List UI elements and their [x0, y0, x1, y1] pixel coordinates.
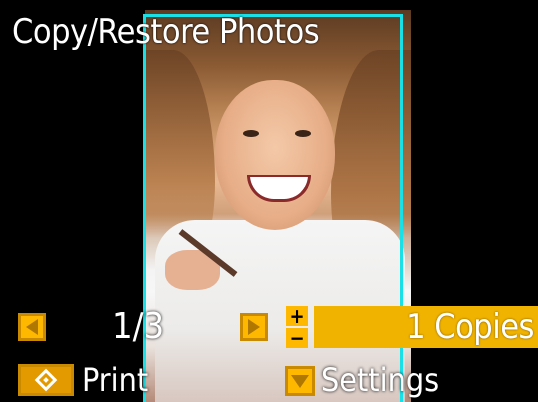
print-label: Print [82, 361, 149, 399]
right-arrow-icon [248, 319, 260, 335]
page-title: Copy/Restore Photos [12, 12, 320, 52]
start-diamond-icon [34, 368, 58, 392]
left-arrow-icon [26, 319, 38, 335]
copies-count-bar: 1 Copies [314, 306, 538, 348]
down-arrow-icon [291, 374, 309, 388]
header: Copy/Restore Photos [0, 0, 538, 60]
settings-label: Settings [321, 361, 440, 399]
action-row: Print Settings [0, 354, 538, 402]
navigation-row: 1/3 + − 1 Copies [0, 303, 538, 351]
minus-icon[interactable]: − [286, 328, 308, 348]
plus-icon[interactable]: + [286, 306, 308, 326]
copies-label: 1 Copies [406, 307, 534, 347]
copies-stepper[interactable]: + − [286, 306, 308, 348]
photo-counter: 1/3 [112, 306, 165, 347]
settings-button[interactable] [285, 366, 315, 396]
print-button[interactable] [18, 364, 74, 396]
previous-photo-button[interactable] [18, 313, 46, 341]
next-photo-button[interactable] [240, 313, 268, 341]
